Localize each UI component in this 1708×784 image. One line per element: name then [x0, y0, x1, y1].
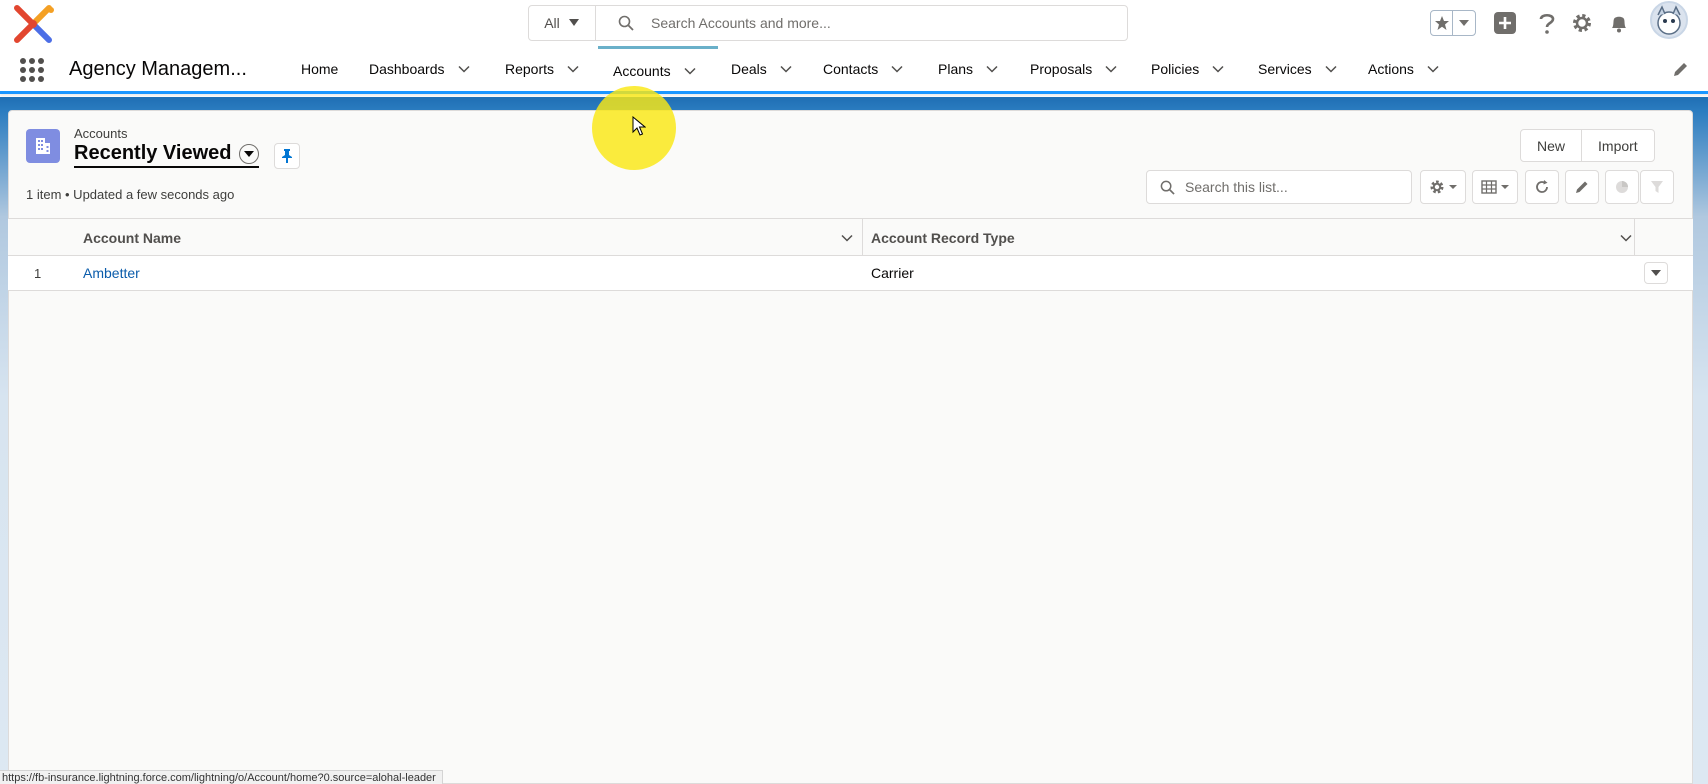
refresh-icon — [1536, 180, 1548, 193]
import-button[interactable]: Import — [1581, 130, 1654, 161]
list-view-controls-button[interactable] — [1420, 170, 1466, 204]
chevron-down-icon[interactable] — [1104, 62, 1118, 76]
chevron-down-icon[interactable] — [1324, 62, 1338, 76]
nav-item-services[interactable]: Services — [1258, 46, 1338, 92]
account-object-icon — [26, 129, 60, 163]
nav-item-label: Services — [1258, 61, 1312, 77]
nav-item-label: Dashboards — [369, 61, 445, 77]
chevron-down-icon[interactable] — [683, 64, 697, 78]
nav-item-reports[interactable]: Reports — [505, 46, 580, 92]
nav-item-label: Actions — [1368, 61, 1414, 77]
chevron-down-icon[interactable] — [779, 62, 793, 76]
global-header: All Search Accounts and more... — [0, 0, 1708, 46]
help-icon[interactable] — [1534, 10, 1560, 36]
table-icon — [1481, 180, 1497, 194]
search-scope-select[interactable]: All — [529, 6, 596, 40]
chevron-down-icon[interactable] — [1211, 62, 1225, 76]
chevron-down-icon[interactable] — [1426, 62, 1440, 76]
nav-item-policies[interactable]: Policies — [1151, 46, 1225, 92]
nav-item-accounts[interactable]: Accounts — [598, 46, 718, 92]
column-resize-handle[interactable] — [1634, 219, 1635, 256]
filter-button[interactable] — [1640, 170, 1674, 204]
mouse-pointer-icon — [632, 116, 646, 136]
chevron-down-icon[interactable] — [839, 230, 855, 246]
pin-list-view-button[interactable] — [274, 143, 300, 169]
list-search-input[interactable]: Search this list... — [1185, 179, 1288, 195]
nav-item-home[interactable]: Home — [301, 46, 338, 92]
display-as-button[interactable] — [1472, 170, 1518, 204]
column-resize-handle[interactable] — [862, 219, 863, 256]
list-view-title[interactable]: Recently Viewed — [74, 142, 260, 168]
accounts-table: Account Name Account Record Type 1 Ambet… — [8, 218, 1693, 291]
nav-item-label: Reports — [505, 61, 555, 77]
object-label: Accounts — [74, 126, 128, 141]
edit-nav-pencil-icon[interactable] — [1672, 60, 1690, 78]
app-navigation-bar: Agency Managem... Home Dashboards Report… — [0, 46, 1708, 94]
nav-item-label: Accounts — [613, 62, 671, 79]
nav-item-label: Plans — [938, 61, 974, 77]
list-view-title-text: Recently Viewed — [74, 142, 232, 164]
favorites-star-icon[interactable] — [1431, 11, 1453, 35]
app-name: Agency Managem... — [69, 58, 247, 80]
list-action-buttons: New Import — [1520, 129, 1655, 162]
browser-status-url: https://fb-insurance.lightning.force.com… — [0, 770, 443, 784]
favorites-button-group[interactable] — [1430, 10, 1476, 36]
refresh-button[interactable] — [1525, 170, 1559, 204]
chevron-down-icon[interactable] — [985, 62, 999, 76]
list-search-field[interactable]: Search this list... — [1146, 170, 1412, 204]
nav-item-deals[interactable]: Deals — [731, 46, 793, 92]
account-record-type-cell: Carrier — [871, 265, 914, 281]
row-number: 1 — [34, 265, 42, 281]
list-meta-info: 1 item • Updated a few seconds ago — [26, 187, 235, 202]
avatar[interactable] — [1650, 1, 1688, 39]
caret-down-icon — [1449, 185, 1457, 189]
gear-icon — [1430, 180, 1444, 194]
nav-item-label: Deals — [731, 61, 767, 77]
charts-button[interactable] — [1605, 170, 1639, 204]
favorites-dropdown-icon[interactable] — [1453, 11, 1475, 35]
global-search[interactable]: All Search Accounts and more... — [528, 5, 1128, 41]
caret-down-icon — [568, 19, 579, 26]
search-icon — [1160, 180, 1175, 195]
row-actions-button[interactable] — [1644, 262, 1668, 284]
list-view-picker-icon[interactable] — [239, 143, 260, 164]
nav-item-label: Proposals — [1030, 61, 1093, 77]
nav-item-label: Policies — [1151, 61, 1200, 77]
column-header-account-record-type[interactable]: Account Record Type — [871, 219, 1015, 256]
table-row: 1 Ambetter Carrier — [8, 256, 1693, 291]
nav-item-contacts[interactable]: Contacts — [823, 46, 904, 92]
pin-icon — [282, 149, 292, 163]
column-header-account-name[interactable]: Account Name — [83, 219, 181, 256]
inline-edit-button[interactable] — [1565, 170, 1599, 204]
nav-item-label: Contacts — [823, 61, 879, 77]
caret-down-icon — [1651, 270, 1661, 276]
pencil-icon — [1576, 181, 1588, 193]
caret-down-icon — [1501, 185, 1509, 189]
nav-item-dashboards[interactable]: Dashboards — [369, 46, 471, 92]
app-launcher-waffle-icon[interactable] — [20, 58, 44, 82]
org-logo[interactable] — [11, 4, 55, 44]
account-name-link[interactable]: Ambetter — [83, 256, 140, 290]
chevron-down-icon[interactable] — [890, 62, 904, 76]
notifications-bell-icon[interactable] — [1606, 10, 1632, 36]
nav-item-plans[interactable]: Plans — [938, 46, 999, 92]
add-icon[interactable] — [1492, 10, 1518, 36]
nav-item-proposals[interactable]: Proposals — [1030, 46, 1118, 92]
chart-icon — [1616, 181, 1628, 193]
list-view-card — [8, 110, 1693, 784]
nav-item-actions[interactable]: Actions — [1368, 46, 1440, 92]
new-button[interactable]: New — [1521, 130, 1581, 161]
search-scope-label: All — [544, 15, 560, 31]
nav-item-label: Home — [301, 61, 339, 77]
global-search-input[interactable]: Search Accounts and more... — [651, 15, 831, 31]
search-icon — [618, 15, 634, 31]
setup-gear-icon[interactable] — [1569, 10, 1595, 36]
chevron-down-icon[interactable] — [1618, 230, 1634, 246]
chevron-down-icon[interactable] — [566, 62, 580, 76]
chevron-down-icon[interactable] — [457, 62, 471, 76]
filter-icon — [1651, 181, 1663, 193]
table-header: Account Name Account Record Type — [8, 218, 1693, 256]
